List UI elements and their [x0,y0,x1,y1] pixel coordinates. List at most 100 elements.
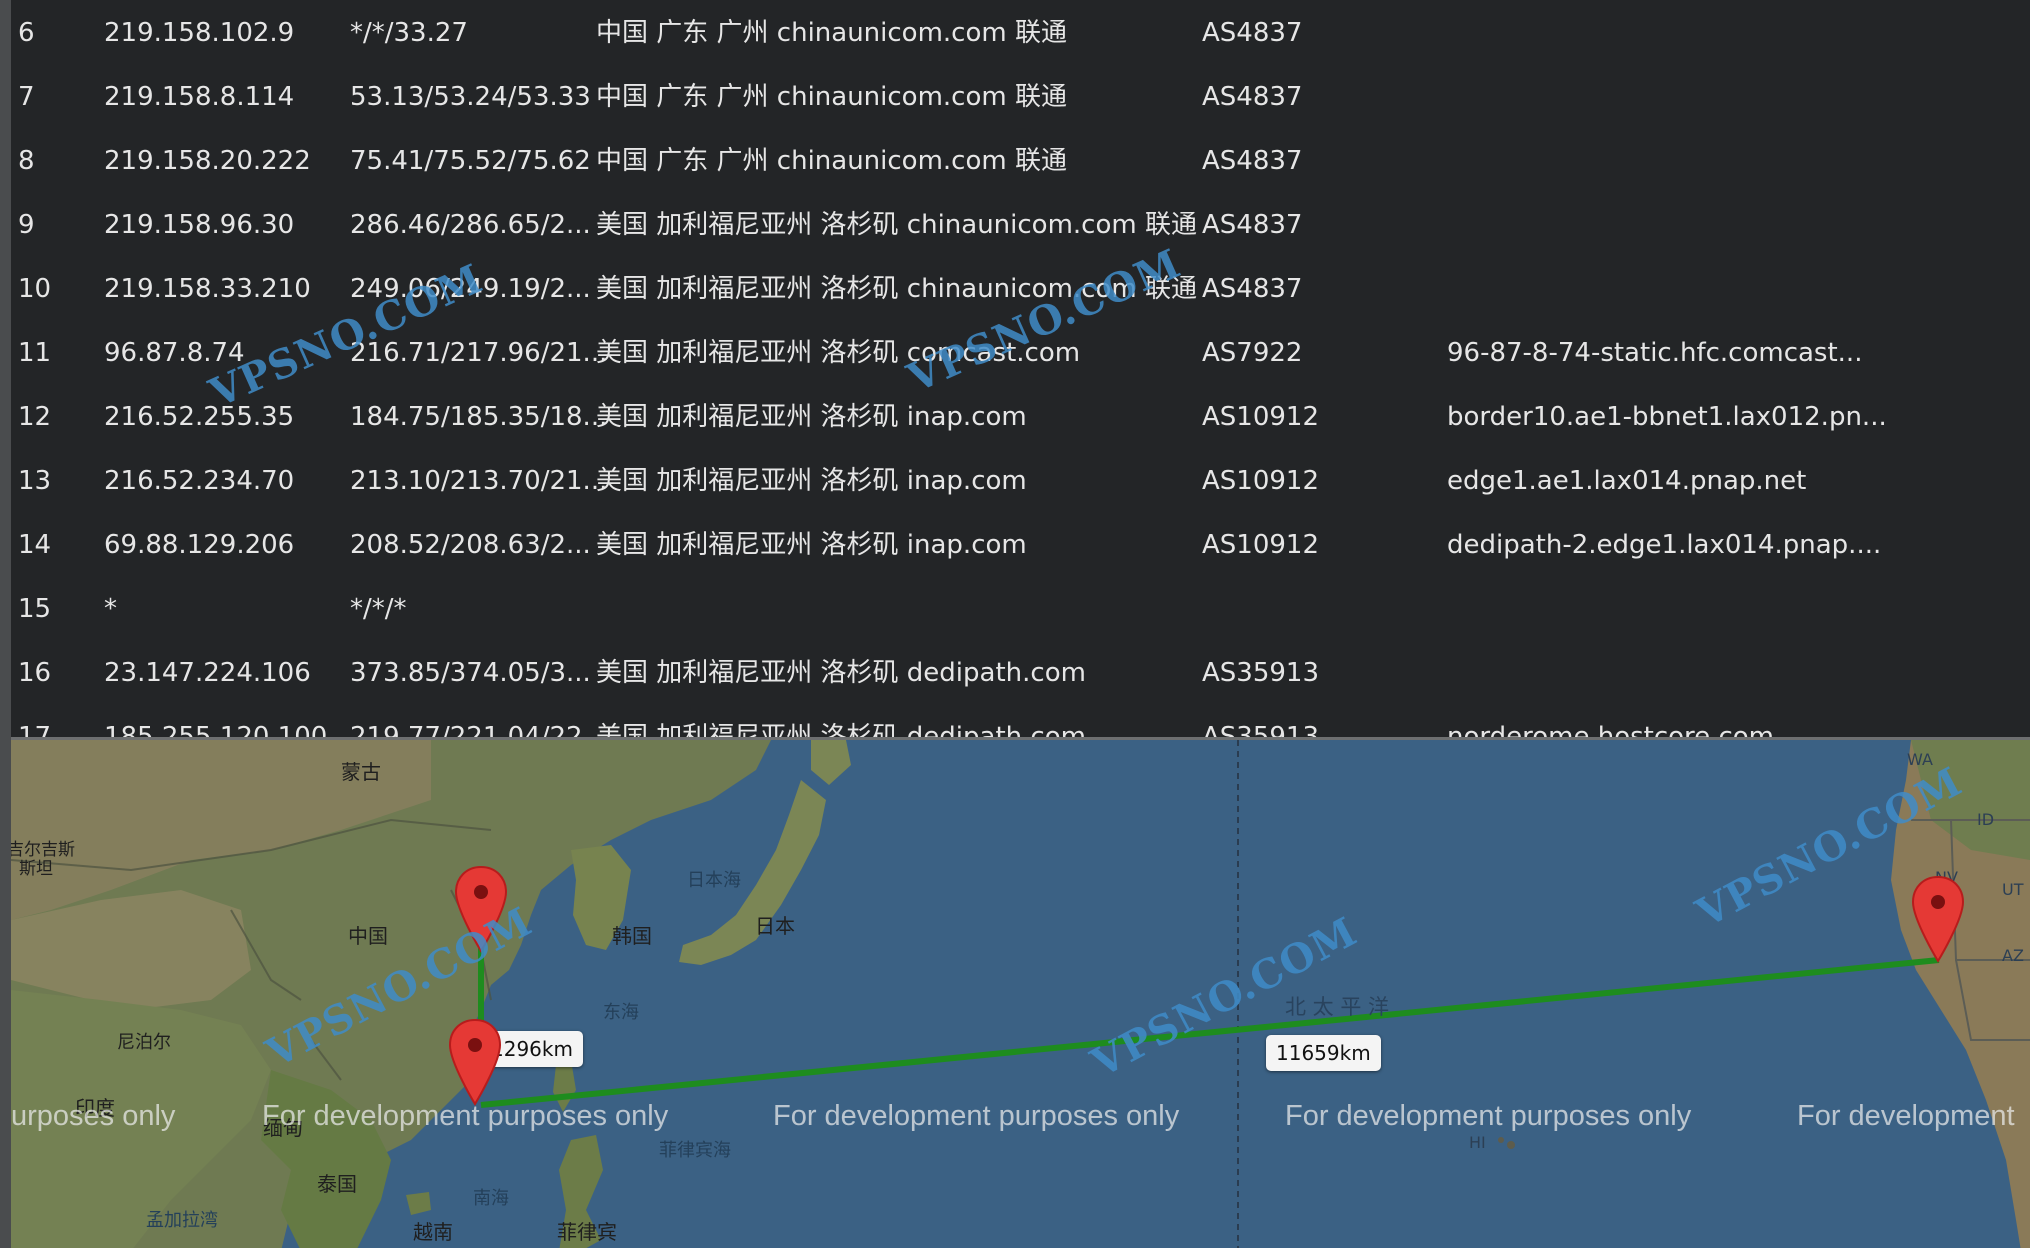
table-row[interactable]: 8 219.158.20.222 75.41/75.52/75.62 中国 广东 广州… [0,128,2030,192]
hop-number-cell: 11 [18,338,52,368]
label-south-sea: 南海 [473,1188,509,1209]
dev-watermark-5: For development [1797,1100,2015,1132]
table-row[interactable]: 11 96.87.8.74 216.71/217.96/21... 美国 加利福尼亚州… [0,320,2030,384]
table-row[interactable]: 13 216.52.234.70 213.10/213.70/21... 美国 加利福… [0,448,2030,512]
dev-watermark-4: For development purposes only [1285,1100,1692,1132]
distance-label-leg2: 11659km [1266,1035,1381,1071]
label-wa: WA [1907,750,1933,769]
label-east-sea: 东海 [603,1002,639,1023]
label-ut: UT [2002,880,2024,899]
hop-number-cell: 10 [18,274,52,304]
location-cell: 美国 加利福尼亚州 洛杉矶 comcast.com [596,338,1081,368]
table-row[interactable]: 16 23.147.224.106 373.85/374.05/3... 美国 加利福… [0,640,2030,704]
dev-watermark-3: For development purposes only [773,1100,1180,1132]
ip-address-cell: * [104,594,117,624]
window-edge [0,0,11,1248]
label-az: AZ [2002,946,2024,965]
map-pin-guangzhou[interactable] [448,1018,502,1106]
location-cell: 美国 加利福尼亚州 洛杉矶 dedipath.com [596,658,1086,688]
label-kyrgyzstan-2: 斯坦 [19,859,53,879]
hostname-cell: dedipath-2.edge1.lax014.pnap.... [1447,530,1882,560]
route-map[interactable]: 蒙古 吉尔吉斯 斯坦 中国 韩国 日本海 日本 东海 尼泊尔 印度 缅甸 泰国 … [11,737,2030,1248]
map-pin-start[interactable] [454,865,508,953]
location-cell: 美国 加利福尼亚州 洛杉矶 dedipath.com [596,722,1086,737]
label-china: 中国 [348,924,388,948]
as-number-cell: AS10912 [1202,466,1319,496]
latency-cell: 184.75/185.35/18... [350,402,608,432]
hop-number-cell: 12 [18,402,52,432]
latency-cell: */*/33.27 [350,18,468,48]
as-number-cell: AS10912 [1202,402,1319,432]
latency-cell: 219.77/221.04/22... [350,722,608,737]
map-pin-los-angeles[interactable] [1911,875,1965,963]
label-hi: HI [1469,1133,1486,1152]
dev-watermark-2: For development purposes only [262,1100,669,1132]
hop-number-cell: 15 [18,594,52,624]
table-row[interactable]: 10 219.158.33.210 249.06/249.19/2... 美国 加利福… [0,256,2030,320]
map-canvas[interactable] [11,740,2030,1248]
hop-number-cell: 6 [18,18,35,48]
location-cell: 美国 加利福尼亚州 洛杉矶 inap.com [596,402,1027,432]
hostname-cell: norderome.hostcore.com [1447,722,1774,737]
hostname-cell: border10.ae1-bbnet1.lax012.pn... [1447,402,1887,432]
location-cell: 美国 加利福尼亚州 洛杉矶 chinaunicom.com 联通 [596,210,1197,240]
hop-number-cell: 16 [18,658,52,688]
label-id: ID [1977,810,1995,829]
as-number-cell: AS4837 [1202,210,1303,240]
traceroute-table[interactable]: 6 219.158.102.9 */*/33.27 中国 广东 广州 chinauni… [0,0,2030,737]
as-number-cell: AS4837 [1202,82,1303,112]
label-mongolia: 蒙古 [341,760,381,784]
latency-cell: 53.13/53.24/53.33 [350,82,591,112]
hop-number-cell: 8 [18,146,35,176]
location-cell: 美国 加利福尼亚州 洛杉矶 inap.com [596,466,1027,496]
hostname-cell: 96-87-8-74-static.hfc.comcast... [1447,338,1863,368]
latency-cell: 208.52/208.63/2... [350,530,591,560]
latency-cell: */*/* [350,594,407,624]
latency-cell: 286.46/286.65/2... [350,210,591,240]
latency-cell: 213.10/213.70/21... [350,466,608,496]
table-row[interactable]: 15 * */*/* [0,576,2030,640]
app-root: 6 219.158.102.9 */*/33.27 中国 广东 广州 chinauni… [0,0,2030,1248]
hop-number-cell: 7 [18,82,35,112]
label-vietnam: 越南 [413,1220,453,1244]
ip-address-cell: 216.52.234.70 [104,466,295,496]
hop-number-cell: 14 [18,530,52,560]
table-row[interactable]: 14 69.88.129.206 208.52/208.63/2... 美国 加利福尼… [0,512,2030,576]
label-philippine-sea: 菲律宾海 [659,1140,731,1161]
table-row[interactable]: 6 219.158.102.9 */*/33.27 中国 广东 广州 chinauni… [0,0,2030,64]
label-philippines: 菲律宾 [557,1220,617,1244]
location-cell: 美国 加利福尼亚州 洛杉矶 chinaunicom.com 联通 [596,274,1197,304]
table-row[interactable]: 7 219.158.8.114 53.13/53.24/53.33 中国 广东 广州 … [0,64,2030,128]
latency-cell: 249.06/249.19/2... [350,274,591,304]
location-cell: 中国 广东 广州 chinaunicom.com 联通 [596,82,1067,112]
ip-address-cell: 23.147.224.106 [104,658,311,688]
label-bengal-bay: 孟加拉湾 [146,1210,218,1231]
label-japan: 日本 [755,914,795,938]
ip-address-cell: 185.255.120.100 [104,722,328,737]
ip-address-cell: 219.158.33.210 [104,274,311,304]
label-nepal: 尼泊尔 [117,1032,171,1053]
table-row[interactable]: 12 216.52.255.35 184.75/185.35/18... 美国 加利福… [0,384,2030,448]
location-cell: 中国 广东 广州 chinaunicom.com 联通 [596,146,1067,176]
latency-cell: 373.85/374.05/3... [350,658,591,688]
location-cell: 美国 加利福尼亚州 洛杉矶 inap.com [596,530,1027,560]
ip-address-cell: 219.158.8.114 [104,82,295,112]
ip-address-cell: 69.88.129.206 [104,530,295,560]
hop-number-cell: 13 [18,466,52,496]
as-number-cell: AS4837 [1202,274,1303,304]
as-number-cell: AS35913 [1202,658,1319,688]
ip-address-cell: 219.158.20.222 [104,146,311,176]
as-number-cell: AS4837 [1202,18,1303,48]
latency-cell: 75.41/75.52/75.62 [350,146,591,176]
table-row[interactable]: 17 185.255.120.100 219.77/221.04/22... 美国 加… [0,704,2030,737]
as-number-cell: AS7922 [1202,338,1303,368]
dev-watermark-1: urposes only [11,1100,176,1132]
label-japan-sea: 日本海 [687,870,741,891]
ip-address-cell: 96.87.8.74 [104,338,245,368]
ip-address-cell: 219.158.96.30 [104,210,295,240]
table-row[interactable]: 9 219.158.96.30 286.46/286.65/2... 美国 加利福尼亚… [0,192,2030,256]
latency-cell: 216.71/217.96/21... [350,338,608,368]
as-number-cell: AS10912 [1202,530,1319,560]
traceroute-rows: 6 219.158.102.9 */*/33.27 中国 广东 广州 chinauni… [0,0,2030,737]
location-cell: 中国 广东 广州 chinaunicom.com 联通 [596,18,1067,48]
